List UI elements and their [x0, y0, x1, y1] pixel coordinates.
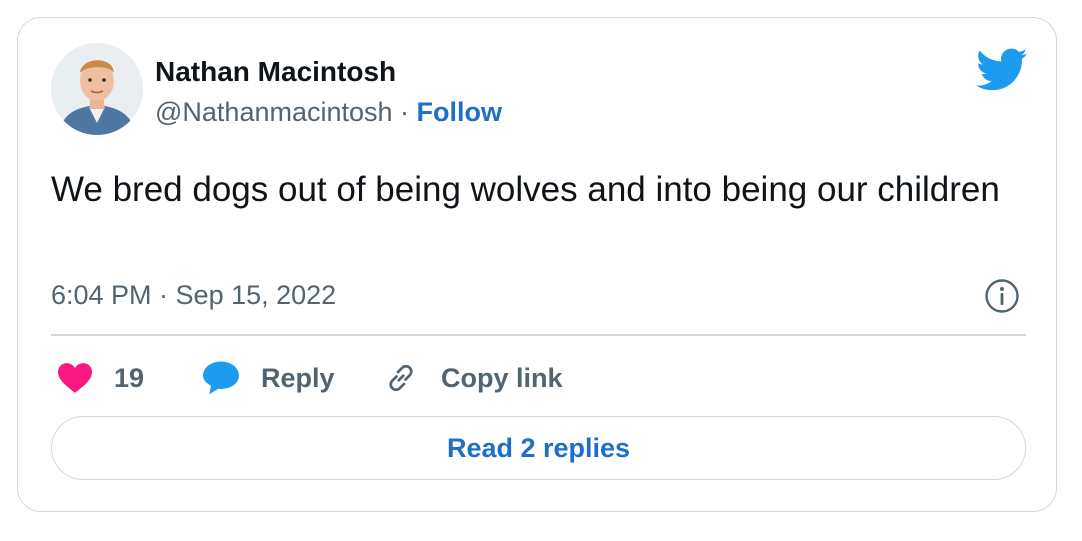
avatar[interactable] [51, 43, 143, 135]
link-icon [389, 364, 413, 392]
speech-bubble-icon [203, 361, 239, 395]
tweet-timestamp[interactable]: 6:04 PM · Sep 15, 2022 [51, 277, 336, 313]
tweet-card: Nathan Macintosh @Nathanmacintosh · Foll… [17, 17, 1057, 512]
twitter-bird-icon[interactable] [976, 48, 1028, 92]
heart-icon [58, 363, 92, 393]
info-icon[interactable] [984, 278, 1020, 314]
author-handle-row: @Nathanmacintosh · Follow [155, 94, 502, 130]
like-count: 19 [114, 363, 145, 393]
reply-label: Reply [261, 363, 335, 393]
handle-separator: · [392, 97, 417, 127]
read-replies-button[interactable]: Read 2 replies [51, 416, 1026, 480]
copy-link-label: Copy link [441, 363, 563, 393]
like-button[interactable]: 19 [58, 358, 144, 398]
follow-link[interactable]: Follow [417, 97, 502, 127]
author-name[interactable]: Nathan Macintosh [155, 54, 396, 90]
author-handle[interactable]: @Nathanmacintosh [155, 97, 393, 127]
divider [51, 334, 1026, 336]
reply-button[interactable]: Reply [203, 358, 335, 398]
copy-link-button[interactable]: Copy link [383, 358, 563, 398]
tweet-text: We bred dogs out of being wolves and int… [51, 170, 1000, 209]
